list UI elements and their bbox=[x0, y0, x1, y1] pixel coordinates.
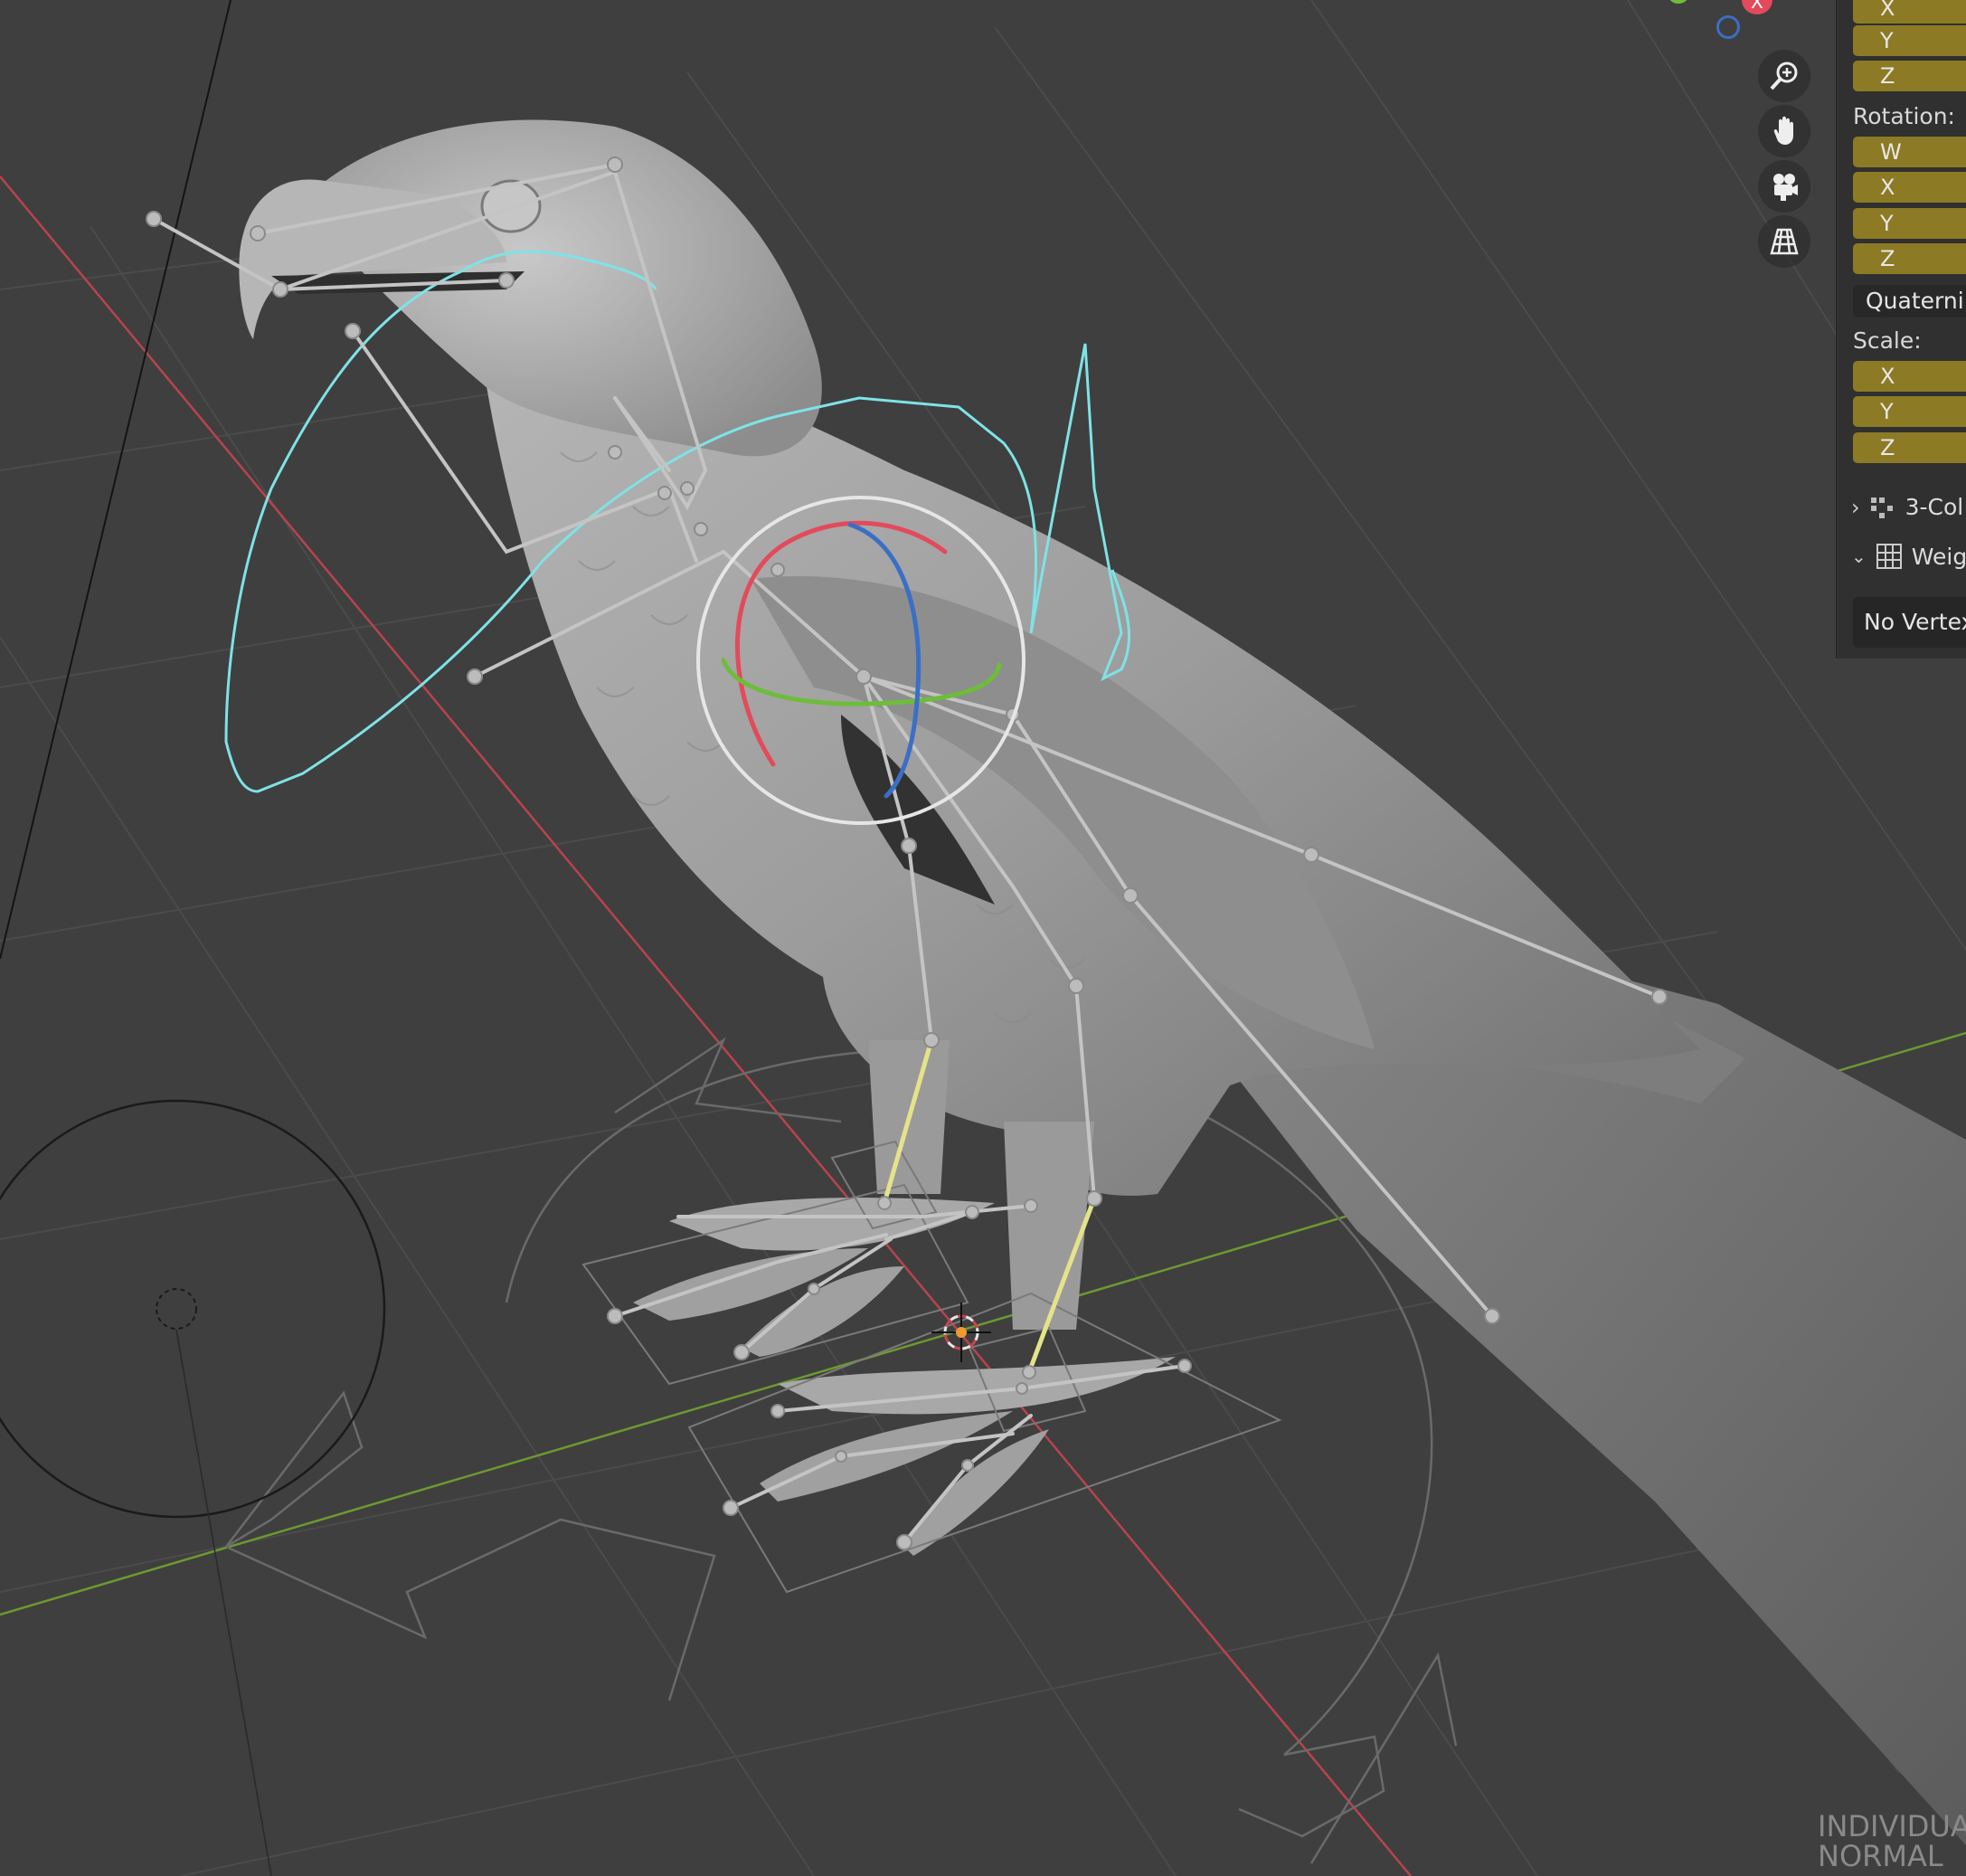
gizmo-z-axis-dot[interactable] bbox=[1716, 15, 1740, 39]
subpanel-weights-label: Weig bbox=[1911, 543, 1966, 570]
rotation-z-field[interactable]: Z bbox=[1853, 243, 1966, 274]
gizmo-x-label: X bbox=[1751, 0, 1763, 13]
scale-x-field[interactable]: X bbox=[1853, 361, 1966, 392]
properties-sidebar: X Y Z Rotation: W X Y Z Quaterni Scale: … bbox=[1836, 0, 1966, 658]
perspective-toggle-button[interactable] bbox=[1758, 215, 1810, 268]
subpanel-3-col-label: 3-Col bbox=[1905, 494, 1964, 520]
rotation-y-field[interactable]: Y bbox=[1853, 208, 1966, 239]
chevron-down-icon: ⌄ bbox=[1851, 545, 1867, 567]
subpanel-weights[interactable]: ⌄ Weig bbox=[1851, 543, 1966, 570]
light-gizmo-circle[interactable] bbox=[0, 1099, 386, 1519]
scale-z-field[interactable]: Z bbox=[1853, 432, 1966, 463]
pan-button[interactable] bbox=[1758, 105, 1810, 157]
camera-icon bbox=[1773, 174, 1798, 201]
perspective-grid-icon bbox=[1770, 228, 1799, 255]
rotation-x-field[interactable]: X bbox=[1853, 172, 1966, 203]
chevron-right-icon: › bbox=[1851, 494, 1860, 520]
rotation-w-field[interactable]: W bbox=[1853, 137, 1966, 167]
viewport-mode-text: INDIVIDUA NORMAL bbox=[1818, 1812, 1966, 1871]
properties-icon bbox=[1870, 497, 1893, 518]
location-z-field[interactable]: Z bbox=[1853, 61, 1966, 91]
location-y-field[interactable]: Y bbox=[1853, 25, 1966, 56]
rotation-label: Rotation: bbox=[1853, 103, 1955, 129]
subpanel-3-col[interactable]: › 3-Col bbox=[1851, 494, 1963, 520]
scale-y-field[interactable]: Y bbox=[1853, 396, 1966, 427]
3d-cursor[interactable] bbox=[931, 1303, 991, 1362]
scale-label: Scale: bbox=[1853, 327, 1922, 354]
3d-viewport[interactable]: X INDIVIDUA NORMAL bbox=[0, 0, 1966, 1876]
mode-line-1: INDIVIDUA bbox=[1818, 1809, 1966, 1843]
hand-pan-icon bbox=[1773, 116, 1793, 145]
weights-message: No Vertex bbox=[1853, 597, 1966, 648]
zoom-button[interactable] bbox=[1758, 50, 1810, 102]
camera-view-button[interactable] bbox=[1758, 160, 1810, 213]
mode-line-2: NORMAL bbox=[1818, 1839, 1943, 1873]
origin-dot bbox=[956, 1327, 967, 1338]
grid-icon bbox=[1876, 544, 1902, 569]
light-line bbox=[175, 1329, 272, 1876]
zoom-icon bbox=[1770, 62, 1798, 90]
light-center-dashed[interactable] bbox=[156, 1288, 197, 1330]
viewport-scene[interactable] bbox=[0, 0, 1966, 1876]
location-x-field[interactable]: X bbox=[1853, 0, 1966, 24]
eagle-model[interactable] bbox=[239, 119, 1966, 1846]
camera-line bbox=[0, 0, 232, 960]
rotation-mode-dropdown[interactable]: Quaterni bbox=[1853, 285, 1966, 317]
